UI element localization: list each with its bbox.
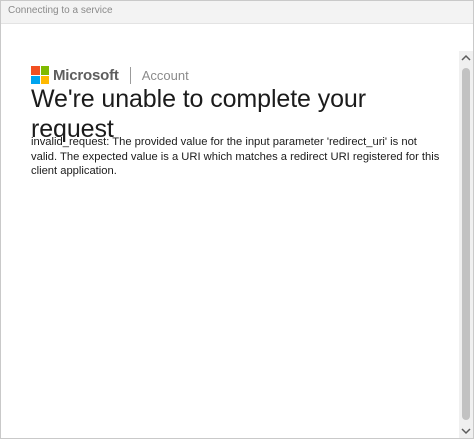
vertical-scrollbar[interactable] [459,51,473,438]
scroll-thumb[interactable] [462,68,470,420]
microsoft-account-header: Microsoft Account [31,65,189,85]
chevron-up-icon [461,54,471,61]
title-bar[interactable]: Connecting to a service [1,1,473,24]
scroll-up-button[interactable] [459,51,473,65]
connecting-window: Connecting to a service Microsoft Accoun… [0,0,474,439]
scroll-down-button[interactable] [459,424,473,438]
error-message: invalid_request: The provided value for … [31,136,440,177]
microsoft-logo-icon [31,66,49,84]
brand-section: Account [141,67,189,83]
window-title: Connecting to a service [8,5,113,16]
brand-divider [129,66,131,84]
chevron-down-icon [461,428,471,435]
brand-name: Microsoft [53,66,119,84]
